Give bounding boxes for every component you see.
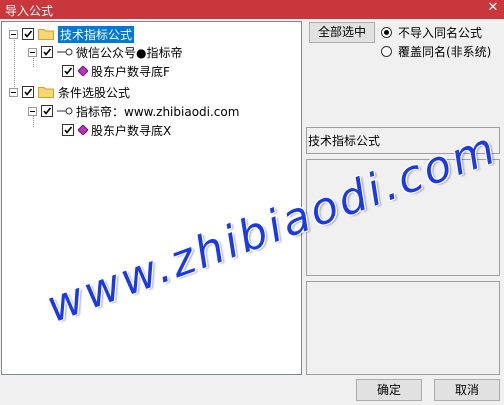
checkbox[interactable] (22, 86, 34, 98)
formula-detail-area[interactable] (306, 281, 500, 375)
tree-node-label: 技术指标公式 (58, 25, 135, 43)
formula-icon (78, 125, 88, 135)
formula-type-label: 技术指标公式 (308, 134, 381, 148)
tree-node-label: 指标帝：www.zhibiaodi.com (76, 104, 240, 119)
window-title: 导入公式 (5, 4, 54, 18)
ok-button[interactable]: 确定 (356, 379, 422, 401)
key-icon (57, 107, 73, 115)
checkbox[interactable] (41, 105, 53, 117)
radio-button[interactable] (381, 27, 392, 38)
cancel-button[interactable]: 取消 (434, 379, 500, 401)
checkbox[interactable] (62, 124, 74, 136)
collapse-icon[interactable] (28, 47, 37, 57)
tree-node-formula-x[interactable]: 股东户数寻底X (62, 121, 171, 139)
collapse-icon[interactable] (9, 29, 18, 39)
radio-label: 不导入同名公式 (398, 26, 483, 40)
formula-icon (78, 66, 88, 76)
checkbox[interactable] (62, 65, 74, 77)
tree-node-label: 条件选股公式 (58, 85, 131, 100)
close-icon[interactable]: ✕ (486, 1, 500, 15)
collapse-icon[interactable] (28, 106, 37, 116)
tree-node-label: 股东户数寻底F (91, 64, 170, 79)
title-bar: 导入公式 ✕ (0, 0, 504, 19)
radio-skip-duplicates[interactable]: 不导入同名公式 (381, 24, 482, 41)
formula-type-box: 技术指标公式 (306, 127, 500, 154)
select-all-button[interactable]: 全部选中 (309, 22, 375, 43)
radio-button[interactable] (381, 46, 392, 57)
radio-overwrite-duplicates[interactable]: 覆盖同名(非系统) (381, 43, 491, 60)
tree-node-formula-f[interactable]: 股东户数寻底F (62, 62, 170, 80)
radio-label: 覆盖同名(非系统) (398, 45, 492, 59)
tree-node-zhibiaodi[interactable]: 指标帝：www.zhibiaodi.com (28, 102, 239, 120)
key-icon (57, 48, 73, 56)
checkbox[interactable] (22, 28, 34, 40)
formula-description-area[interactable] (306, 159, 500, 276)
folder-icon (38, 87, 54, 98)
tree-node-tech-formulas[interactable]: 技术指标公式 (9, 25, 135, 43)
formula-tree[interactable]: 技术指标公式 微信公众号●指标帝 股东户数寻底F 条件选股公式 指标帝：www.… (1, 21, 302, 375)
checkbox[interactable] (41, 46, 53, 58)
folder-icon (38, 29, 54, 40)
tree-node-label: 微信公众号●指标帝 (76, 45, 183, 60)
tree-node-stock-screening[interactable]: 条件选股公式 (9, 83, 130, 101)
tree-node-label: 股东户数寻底X (91, 123, 172, 138)
tree-node-wechat[interactable]: 微信公众号●指标帝 (28, 43, 182, 61)
collapse-icon[interactable] (9, 87, 18, 97)
